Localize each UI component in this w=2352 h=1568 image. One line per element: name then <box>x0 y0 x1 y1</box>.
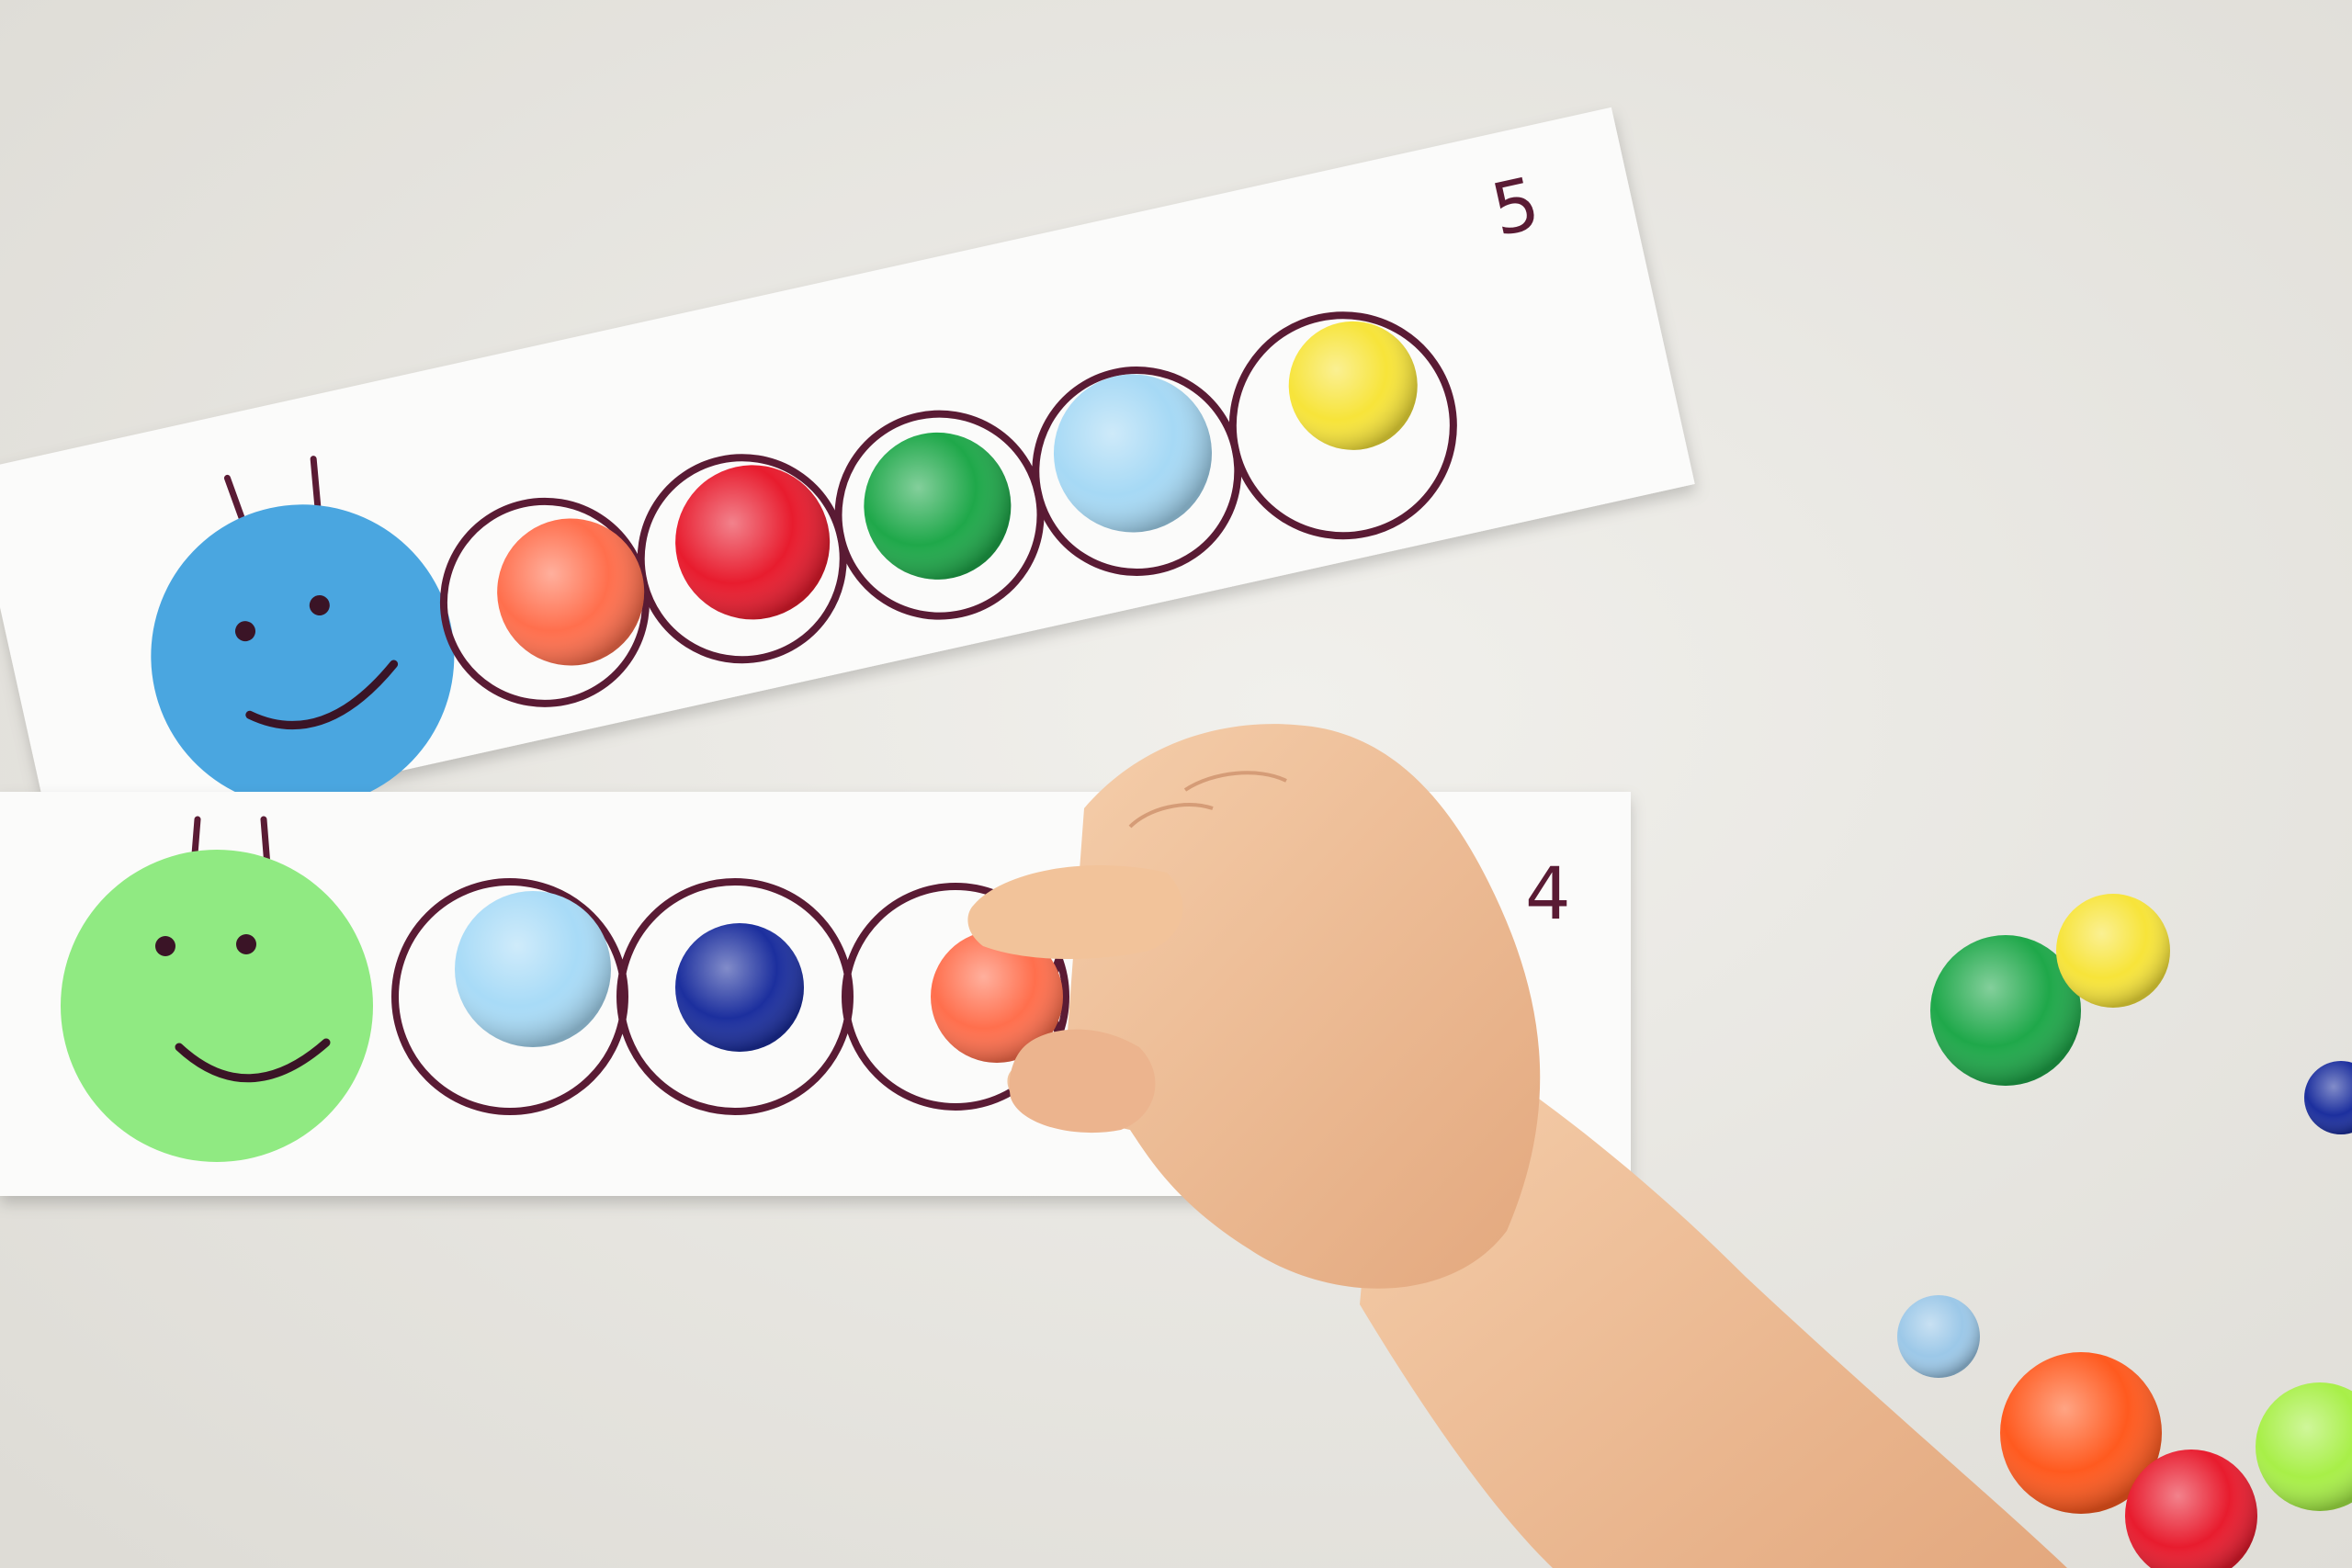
photo-scene: 5 4 <box>0 0 2352 1568</box>
pompom-shading <box>455 891 611 1047</box>
head-circle <box>61 850 373 1162</box>
count-number: 4 <box>1525 853 1571 936</box>
eye <box>236 934 256 954</box>
thumb <box>1009 1029 1156 1134</box>
pompom-shading <box>675 923 804 1052</box>
eye <box>155 936 175 956</box>
pompom-shading <box>1897 1295 1980 1378</box>
pompom-shading <box>2056 894 2170 1008</box>
